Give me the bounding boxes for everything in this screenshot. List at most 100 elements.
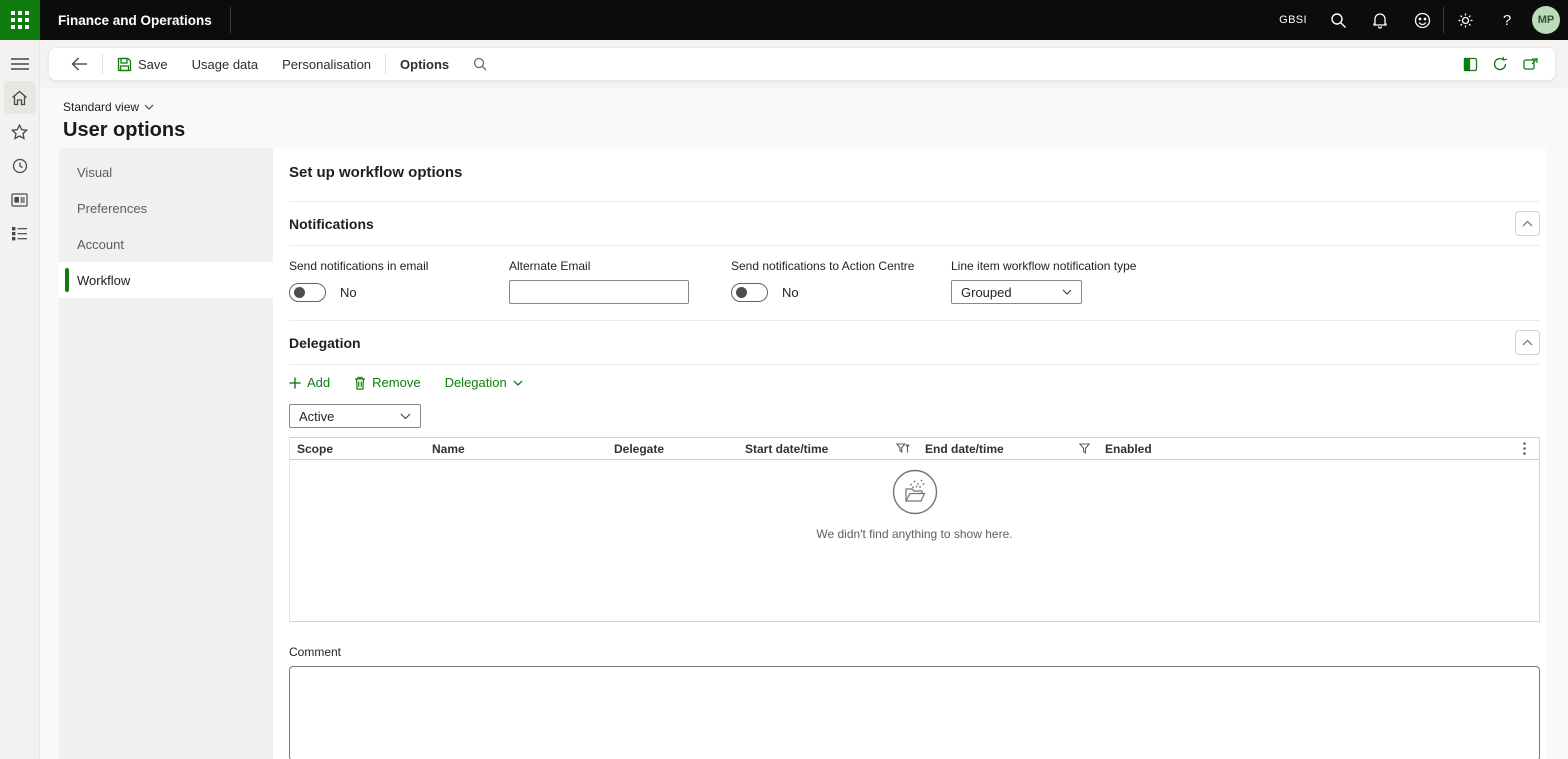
select-value: Grouped bbox=[961, 285, 1012, 300]
usage-data-label: Usage data bbox=[192, 57, 259, 72]
search-button[interactable] bbox=[1317, 0, 1359, 40]
command-divider bbox=[385, 54, 386, 74]
collapse-delegation-button[interactable] bbox=[1515, 330, 1540, 355]
delegation-toolbar: Add Remove Delegation bbox=[289, 375, 1540, 390]
more-options-icon bbox=[1523, 442, 1526, 455]
open-new-window-button[interactable] bbox=[1515, 49, 1545, 79]
notifications-button[interactable] bbox=[1359, 0, 1401, 40]
tab-label: Workflow bbox=[77, 273, 130, 288]
toggle-knob bbox=[294, 287, 305, 298]
personalisation-label: Personalisation bbox=[282, 57, 371, 72]
column-header-scope[interactable]: Scope bbox=[290, 438, 425, 459]
divider bbox=[289, 245, 1540, 246]
sidebar-item-recent[interactable] bbox=[4, 149, 36, 182]
view-selector[interactable]: Standard view bbox=[63, 100, 154, 114]
refresh-icon bbox=[1492, 56, 1508, 72]
field-label: Send notifications in email bbox=[289, 259, 509, 273]
back-button[interactable] bbox=[59, 48, 100, 80]
save-icon bbox=[117, 57, 132, 72]
gear-icon bbox=[1457, 12, 1474, 29]
column-header-end-datetime[interactable]: End date/time bbox=[918, 438, 1098, 459]
column-header-enabled[interactable]: Enabled bbox=[1098, 438, 1509, 459]
save-button[interactable]: Save bbox=[105, 48, 180, 80]
view-selector-label: Standard view bbox=[63, 100, 139, 114]
side-pane-button[interactable] bbox=[1455, 49, 1485, 79]
avatar[interactable]: MP bbox=[1532, 6, 1560, 34]
action-centre-toggle[interactable] bbox=[731, 283, 768, 302]
column-header-name[interactable]: Name bbox=[425, 438, 607, 459]
field-line-item-type: Line item workflow notification type Gro… bbox=[951, 259, 1540, 304]
send-email-toggle[interactable] bbox=[289, 283, 326, 302]
comment-input[interactable] bbox=[289, 666, 1540, 759]
open-new-window-icon bbox=[1523, 57, 1538, 71]
collapse-notifications-button[interactable] bbox=[1515, 211, 1540, 236]
dashboard-icon bbox=[11, 193, 28, 207]
add-button[interactable]: Add bbox=[289, 375, 330, 390]
sidebar-item-favorites[interactable] bbox=[4, 115, 36, 148]
smiley-icon bbox=[1414, 12, 1431, 29]
column-header-delegate[interactable]: Delegate bbox=[607, 438, 738, 459]
remove-button[interactable]: Remove bbox=[354, 375, 420, 390]
alternate-email-input[interactable] bbox=[509, 280, 689, 304]
grid-empty-message: We didn't find anything to show here. bbox=[816, 527, 1012, 541]
sidebar-item-modules[interactable] bbox=[4, 217, 36, 250]
sidebar-item-home[interactable] bbox=[4, 81, 36, 114]
topbar-divider bbox=[230, 7, 231, 33]
app-title[interactable]: Finance and Operations bbox=[40, 13, 230, 28]
grid-more-options-button[interactable] bbox=[1509, 438, 1539, 459]
tab-preferences[interactable]: Preferences bbox=[59, 190, 273, 226]
comment-label: Comment bbox=[289, 645, 1540, 659]
notifications-section-header: Notifications bbox=[289, 202, 1540, 245]
refresh-button[interactable] bbox=[1485, 49, 1515, 79]
filter-icon[interactable] bbox=[1079, 443, 1090, 454]
column-label: Enabled bbox=[1105, 442, 1152, 456]
column-label: End date/time bbox=[925, 442, 1004, 456]
star-icon bbox=[11, 124, 28, 140]
delegation-grid: Scope Name Delegate Start date/time bbox=[289, 437, 1540, 622]
select-value: Active bbox=[299, 409, 334, 424]
column-label: Scope bbox=[297, 442, 333, 456]
command-bar-zone: Save Usage data Personalisation Options bbox=[40, 40, 1568, 88]
delegation-section-header: Delegation bbox=[289, 321, 1540, 364]
field-alternate-email: Alternate Email bbox=[509, 259, 731, 304]
comment-field: Comment bbox=[289, 645, 1540, 759]
tab-label: Preferences bbox=[77, 201, 147, 216]
bell-icon bbox=[1372, 12, 1388, 29]
toggle-knob bbox=[736, 287, 747, 298]
help-button[interactable]: ? bbox=[1486, 0, 1528, 40]
usage-data-button[interactable]: Usage data bbox=[180, 48, 271, 80]
remove-button-label: Remove bbox=[372, 375, 420, 390]
tab-account[interactable]: Account bbox=[59, 226, 273, 262]
home-icon bbox=[11, 90, 28, 106]
delegation-filter-select[interactable]: Active bbox=[289, 404, 421, 428]
tab-visual[interactable]: Visual bbox=[59, 154, 273, 190]
column-header-start-datetime[interactable]: Start date/time bbox=[738, 438, 918, 459]
command-divider bbox=[102, 54, 103, 74]
field-label: Alternate Email bbox=[509, 259, 731, 273]
column-label: Name bbox=[432, 442, 465, 456]
form-heading: Set up workflow options bbox=[289, 164, 1540, 181]
options-menu-button[interactable]: Options bbox=[388, 48, 461, 80]
chevron-up-icon bbox=[1522, 339, 1533, 346]
app-launcher-button[interactable] bbox=[0, 0, 40, 40]
sidebar-item-default-dashboard[interactable] bbox=[4, 183, 36, 216]
modules-icon bbox=[11, 226, 28, 241]
options-tab-panel: Visual Preferences Account Workflow bbox=[59, 148, 273, 759]
page-title: User options bbox=[63, 119, 1568, 142]
chevron-down-icon bbox=[144, 104, 154, 110]
personalisation-button[interactable]: Personalisation bbox=[270, 48, 383, 80]
settings-button[interactable] bbox=[1444, 0, 1486, 40]
delegation-menu-button[interactable]: Delegation bbox=[445, 375, 523, 390]
add-button-label: Add bbox=[307, 375, 330, 390]
delegation-section-title: Delegation bbox=[289, 335, 361, 351]
line-item-type-select[interactable]: Grouped bbox=[951, 280, 1082, 304]
nav-expand-button[interactable] bbox=[4, 47, 36, 80]
trash-icon bbox=[354, 376, 366, 390]
environment-badge[interactable]: GBSI bbox=[1269, 14, 1317, 26]
tab-workflow[interactable]: Workflow bbox=[59, 262, 273, 298]
field-label: Line item workflow notification type bbox=[951, 259, 1540, 273]
filter-sort-icon[interactable] bbox=[896, 443, 910, 455]
command-search-button[interactable] bbox=[461, 48, 499, 80]
tab-label: Visual bbox=[77, 165, 112, 180]
feedback-button[interactable] bbox=[1401, 0, 1443, 40]
